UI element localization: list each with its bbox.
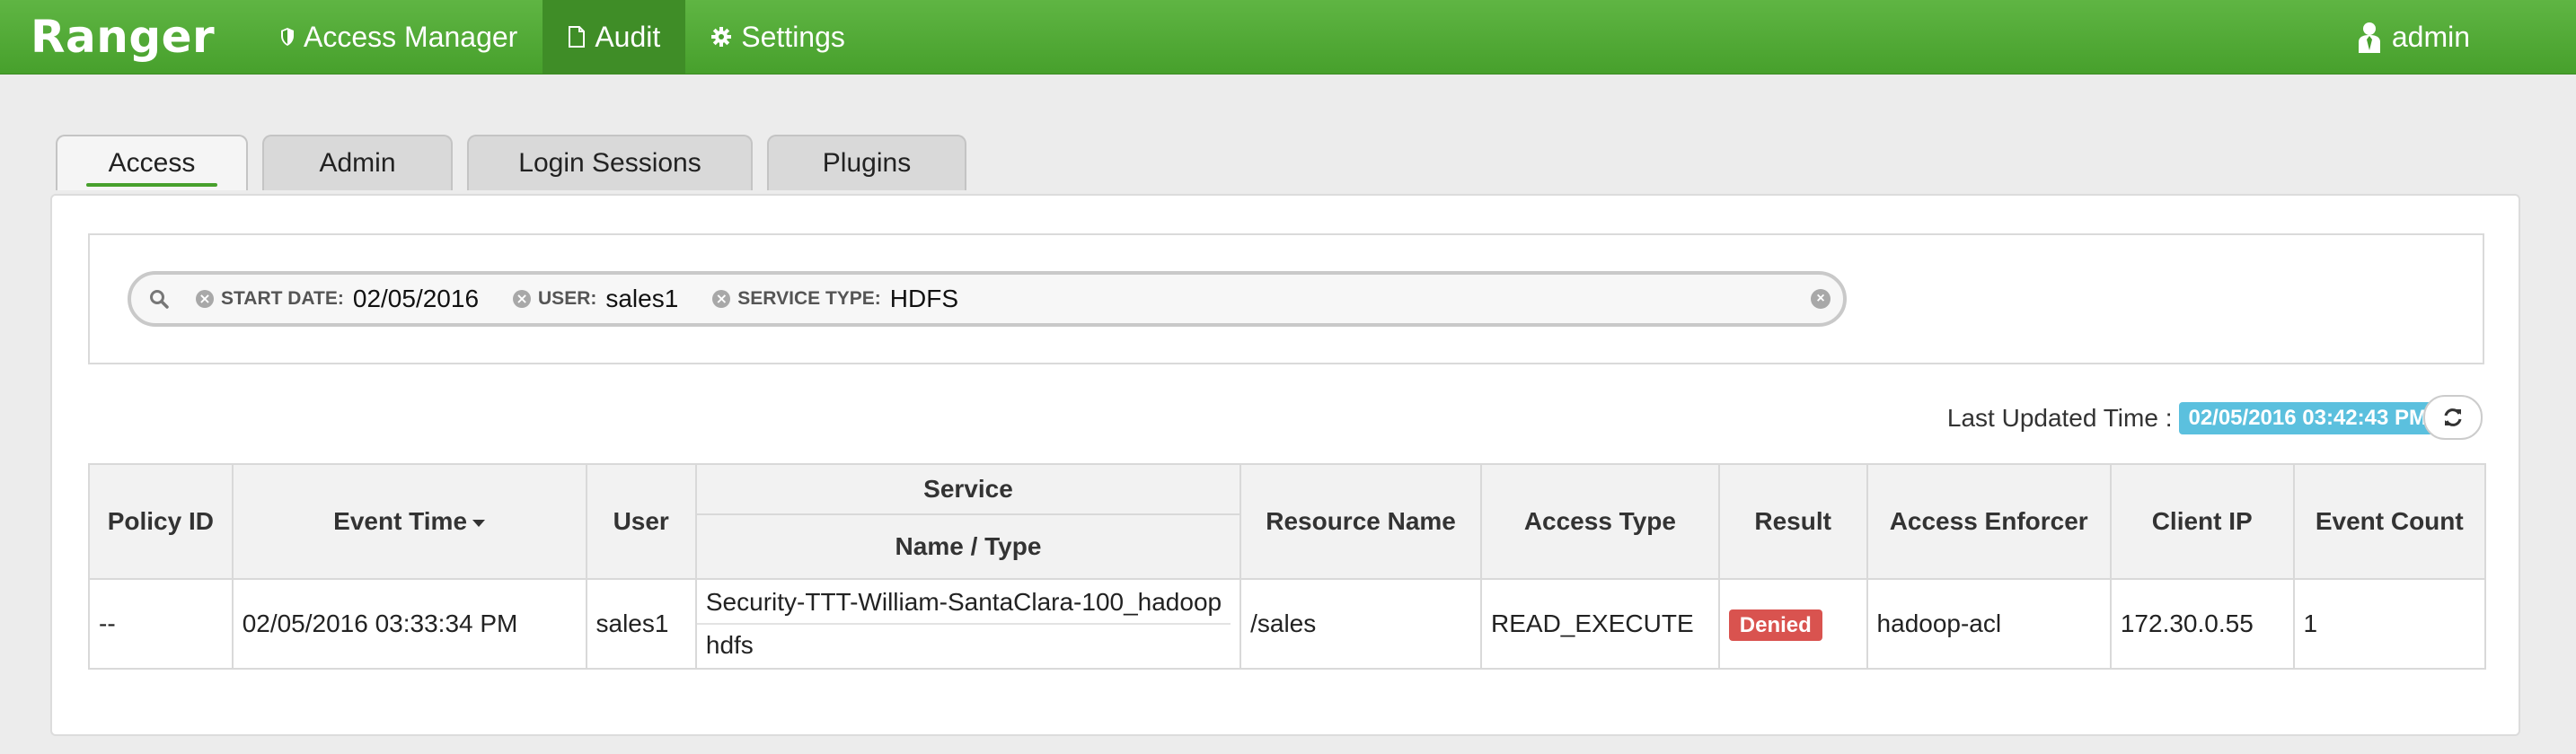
column-group-service: Service (694, 463, 1242, 515)
column-header-event-count[interactable]: Event Count (2292, 463, 2487, 580)
user-menu-label: admin (2391, 20, 2470, 53)
tab-access[interactable]: Access (56, 135, 248, 190)
facet-user[interactable]: × USER: sales1 (513, 285, 678, 313)
top-navbar: Ranger Access Manager Audit Settings adm… (0, 0, 2576, 75)
search-icon (149, 289, 169, 309)
tab-login-sessions-label: Login Sessions (518, 148, 701, 178)
file-icon (568, 26, 586, 48)
cell-access-type: READ_EXECUTE (1480, 578, 1720, 670)
column-header-event-time[interactable]: Event Time (231, 463, 587, 580)
facet-label: SERVICE TYPE: (737, 288, 881, 309)
facet-start-date[interactable]: × START DATE: 02/05/2016 (196, 285, 479, 313)
tab-plugins[interactable]: Plugins (767, 135, 966, 190)
visual-search-bar[interactable]: × START DATE: 02/05/2016 × USER: sales1 … (128, 271, 1847, 327)
last-updated-label: Last Updated Time : (1946, 404, 2173, 432)
cell-access-enforcer: hadoop-acl (1866, 578, 2112, 670)
remove-facet-icon[interactable]: × (196, 290, 214, 308)
cell-resource-name: /sales (1239, 578, 1482, 670)
nav-audit-label: Audit (595, 20, 661, 53)
cell-event-count: 1 (2292, 578, 2487, 670)
brand-logo[interactable]: Ranger (31, 11, 255, 63)
cell-result: Denied (1717, 578, 1868, 670)
gear-icon (710, 26, 732, 48)
service-type: hdfs (705, 631, 754, 659)
remove-facet-icon[interactable]: × (513, 290, 532, 308)
facet-value[interactable]: HDFS (890, 285, 958, 313)
last-updated-badge: 02/05/2016 03:42:43 PM (2179, 402, 2436, 434)
nav-access-manager[interactable]: Access Manager (255, 0, 543, 74)
event-time-header-label: Event Time (333, 507, 468, 535)
cell-policy-id: -- (88, 578, 234, 670)
column-header-policy-id[interactable]: Policy ID (88, 463, 234, 580)
column-header-service-name-type[interactable]: Name / Type (694, 513, 1242, 580)
result-badge-denied: Denied (1728, 609, 1822, 641)
column-header-result[interactable]: Result (1717, 463, 1868, 580)
facet-value[interactable]: sales1 (605, 285, 678, 313)
facet-label: USER: (538, 288, 597, 309)
column-header-access-type[interactable]: Access Type (1480, 463, 1720, 580)
shield-icon (280, 27, 295, 47)
column-header-user[interactable]: User (585, 463, 697, 580)
active-tab-indicator (86, 183, 217, 187)
refresh-button[interactable] (2423, 395, 2483, 440)
cell-client-ip: 172.30.0.55 (2109, 578, 2295, 670)
search-container: × START DATE: 02/05/2016 × USER: sales1 … (88, 233, 2484, 364)
facet-value[interactable]: 02/05/2016 (353, 285, 479, 313)
last-updated: Last Updated Time : 02/05/2016 03:42:43 … (1947, 400, 2436, 436)
column-header-access-enforcer[interactable]: Access Enforcer (1866, 463, 2112, 580)
tab-admin[interactable]: Admin (262, 135, 453, 190)
user-menu[interactable]: admin (2331, 0, 2495, 74)
nav-settings-label: Settings (741, 20, 845, 53)
tab-login-sessions[interactable]: Login Sessions (467, 135, 753, 190)
remove-facet-icon[interactable]: × (712, 290, 731, 308)
user-icon (2356, 21, 2383, 53)
access-audit-panel: × START DATE: 02/05/2016 × USER: sales1 … (50, 194, 2520, 736)
column-header-client-ip[interactable]: Client IP (2109, 463, 2295, 580)
nav-access-manager-label: Access Manager (304, 20, 518, 53)
cell-service: Security-TTT-William-SantaClara-100_hado… (694, 578, 1242, 670)
table-row[interactable]: -- 02/05/2016 03:33:34 PM sales1 Securit… (88, 578, 2487, 670)
clear-search-icon[interactable]: × (1811, 289, 1831, 309)
tab-plugins-label: Plugins (822, 148, 912, 178)
sort-desc-icon (472, 519, 486, 527)
nav-audit[interactable]: Audit (543, 0, 686, 74)
tab-access-label: Access (108, 148, 196, 178)
facet-label: START DATE: (221, 288, 344, 309)
facet-service-type[interactable]: × SERVICE TYPE: HDFS (712, 285, 958, 313)
nav-settings[interactable]: Settings (685, 0, 870, 74)
audit-tabs: Access Admin Login Sessions Plugins (56, 135, 981, 194)
cell-user: sales1 (585, 578, 697, 670)
audit-table: Policy ID Event Time User Service Resour… (88, 463, 2487, 670)
column-header-resource-name[interactable]: Resource Name (1239, 463, 1482, 580)
cell-event-time: 02/05/2016 03:33:34 PM (231, 578, 587, 670)
service-name[interactable]: Security-TTT-William-SantaClara-100_hado… (697, 582, 1231, 625)
tab-admin-label: Admin (319, 148, 396, 178)
refresh-icon (2442, 407, 2464, 428)
